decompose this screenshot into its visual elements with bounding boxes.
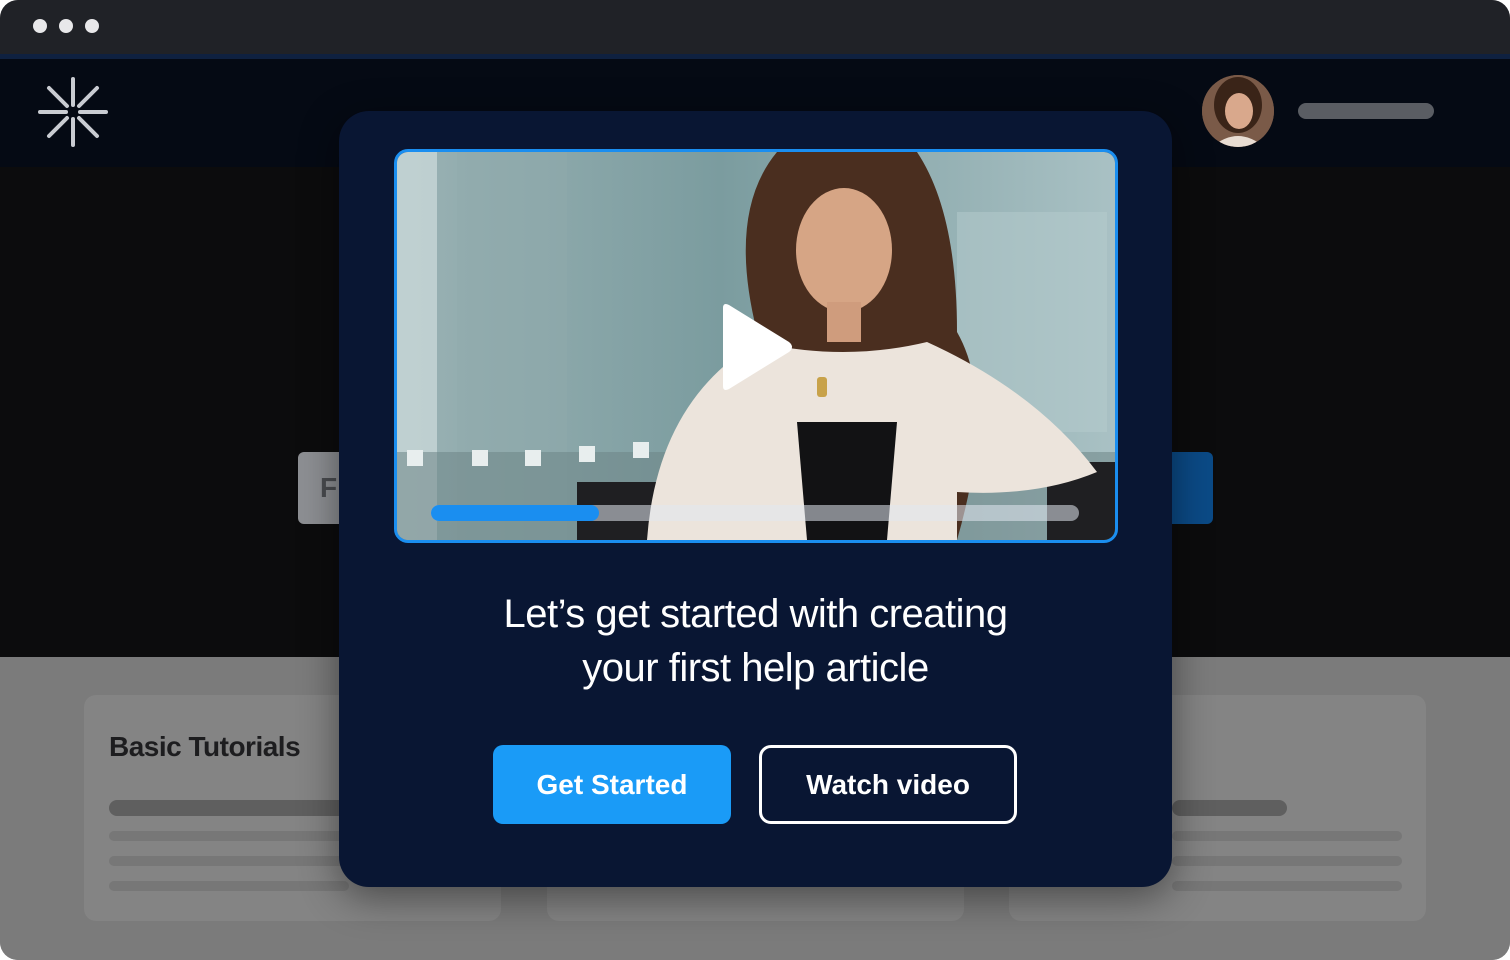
user-avatar[interactable] [1202, 75, 1274, 147]
modal-heading-line: Let’s get started with creating [503, 592, 1008, 636]
video-progress-fill [431, 505, 600, 521]
video-progress-bar[interactable] [431, 505, 1079, 521]
card-text-placeholder [1172, 800, 1287, 816]
window-control-dot[interactable] [59, 19, 73, 33]
play-icon[interactable] [715, 302, 795, 392]
modal-heading: Let’s get started with creating your fir… [339, 587, 1172, 695]
card-text-placeholder [1172, 831, 1402, 841]
browser-window: F Basic Tutorials Let’s get started with… [0, 0, 1510, 960]
video-player[interactable] [394, 149, 1118, 543]
card-text-placeholder [109, 800, 349, 816]
username-placeholder [1298, 103, 1434, 119]
onboarding-modal: Let’s get started with creating your fir… [339, 111, 1172, 887]
get-started-button[interactable]: Get Started [493, 745, 731, 824]
card-text-placeholder [109, 831, 349, 841]
card-text-placeholder [109, 881, 349, 891]
avatar-portrait-icon [1202, 75, 1274, 147]
watch-video-button[interactable]: Watch video [759, 745, 1017, 824]
card-text-placeholder [109, 856, 349, 866]
modal-heading-line: your first help article [582, 646, 929, 690]
search-input-text: F [320, 472, 338, 503]
window-control-dot[interactable] [33, 19, 47, 33]
asterisk-logo-icon[interactable] [36, 75, 110, 149]
window-titlebar [0, 0, 1510, 54]
window-control-dot[interactable] [85, 19, 99, 33]
card-title: Basic Tutorials [109, 731, 301, 762]
card-text-placeholder [1172, 856, 1402, 866]
card-text-placeholder [1172, 881, 1402, 891]
